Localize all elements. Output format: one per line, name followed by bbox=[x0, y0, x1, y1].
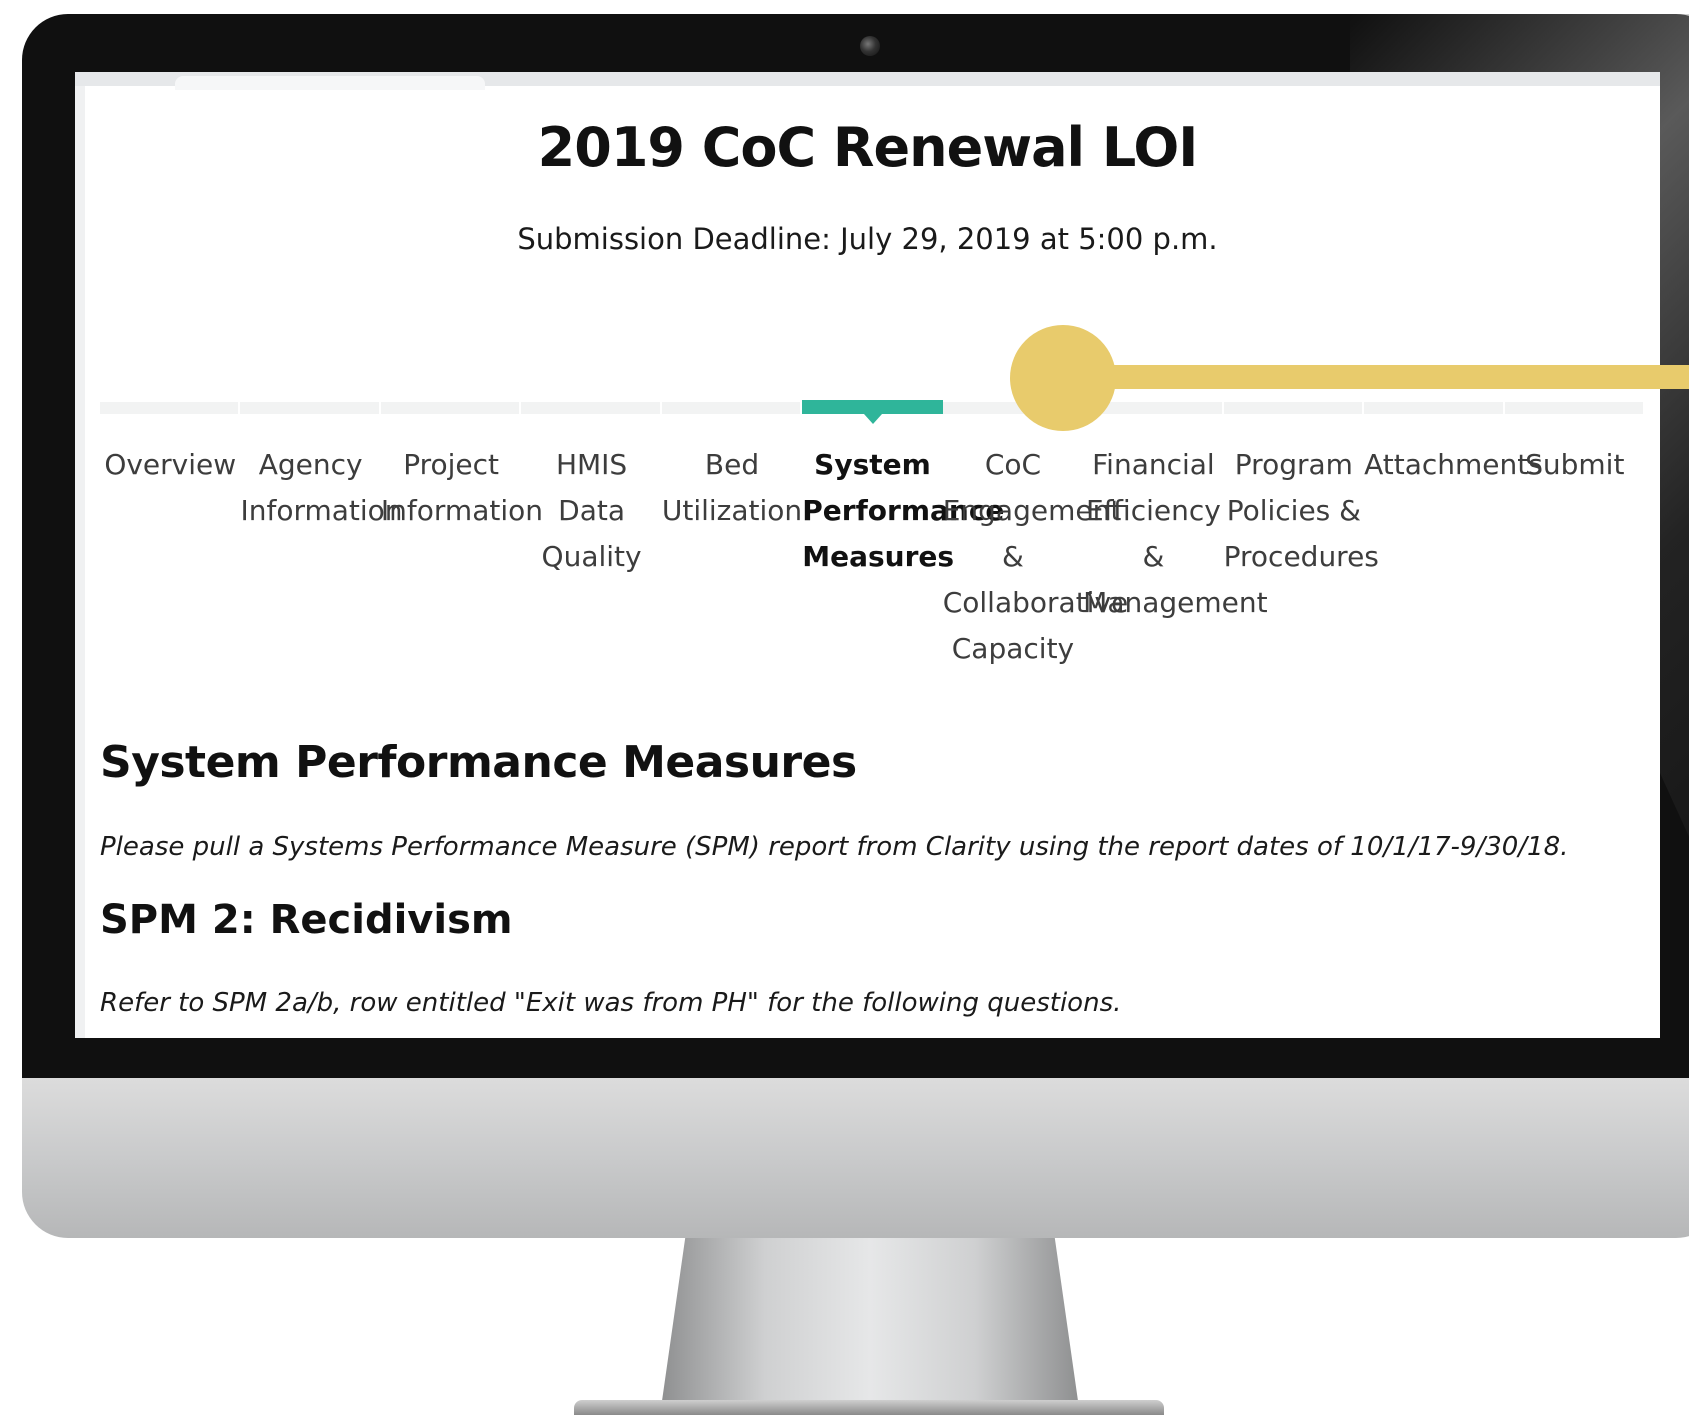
step-progress-segment bbox=[1364, 402, 1505, 414]
step-active-indicator bbox=[802, 400, 943, 414]
browser-tab[interactable] bbox=[175, 76, 485, 90]
step-progress-segment bbox=[521, 402, 662, 414]
step-tab[interactable]: Project Information bbox=[381, 442, 543, 534]
step-progress-segment bbox=[662, 402, 803, 414]
step-progress-segment bbox=[1505, 402, 1645, 414]
monitor-stand-base bbox=[574, 1400, 1164, 1415]
screen: 2019 CoC Renewal LOI Submission Deadline… bbox=[75, 72, 1660, 1038]
subsection-title: SPM 2: Recidivism bbox=[100, 897, 513, 943]
step-tab[interactable]: Attachments bbox=[1364, 442, 1543, 488]
step-active-caret-icon bbox=[863, 414, 882, 424]
section-title: System Performance Measures bbox=[100, 737, 857, 788]
callout-line bbox=[1100, 365, 1689, 389]
camera-icon bbox=[860, 36, 880, 56]
step-progress-segment bbox=[240, 402, 381, 414]
step-tab[interactable]: System Performance Measures bbox=[802, 442, 1004, 580]
section-instruction: Please pull a Systems Performance Measur… bbox=[100, 832, 1569, 862]
step-progress-segment bbox=[1224, 402, 1365, 414]
step-navigation: Overview Agency Information Project Inform… bbox=[100, 442, 1645, 682]
step-tab[interactable]: Agency Information bbox=[240, 442, 402, 534]
step-tab[interactable]: Financial Efficiency & Management bbox=[1083, 442, 1267, 626]
step-progress-segment bbox=[100, 402, 241, 414]
monitor-chin bbox=[22, 1078, 1689, 1238]
step-tab[interactable]: CoC Engagement & Collaborative Capacity bbox=[943, 442, 1129, 672]
step-tab[interactable]: Bed Utilization bbox=[662, 442, 802, 534]
submission-deadline: Submission Deadline: July 29, 2019 at 5:… bbox=[517, 222, 1218, 256]
step-tab[interactable]: Overview bbox=[100, 442, 240, 488]
device-mockup: 2019 CoC Renewal LOI Submission Deadline… bbox=[0, 0, 1689, 1415]
browser-top-strip bbox=[75, 72, 1660, 90]
monitor-stand bbox=[660, 1238, 1080, 1415]
step-tab[interactable]: Program Policies & Procedures bbox=[1224, 442, 1379, 580]
page-title: 2019 CoC Renewal LOI bbox=[537, 116, 1199, 179]
step-tab[interactable]: HMIS Data Quality bbox=[521, 442, 661, 580]
step-progress-segment bbox=[381, 402, 522, 414]
step-tab[interactable]: Submit bbox=[1505, 442, 1645, 488]
subsection-instruction: Refer to SPM 2a/b, row entitled "Exit wa… bbox=[100, 988, 1122, 1018]
